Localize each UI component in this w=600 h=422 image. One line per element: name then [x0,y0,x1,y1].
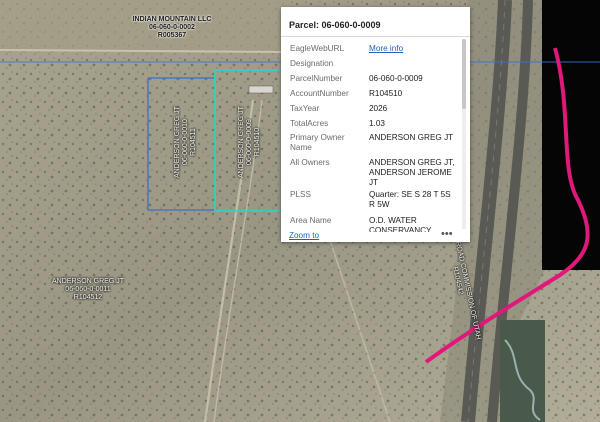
more-info-link[interactable]: More info [369,44,457,54]
vertical-parcel-2-account: R104510 [254,127,261,157]
vertical-parcel-label-1: ANDERSON GREG JT 06-060-0-0010 R104511 [174,106,198,178]
attr-value: 1.03 [369,119,385,128]
vertical-parcel-1-number: 06-060-0-0010 [182,119,189,165]
popup-header: Parcel: 06-060-0-0009 [281,14,470,37]
scrollbar-thumb[interactable] [462,39,466,109]
vertical-parcel-1-account: R104511 [190,128,197,156]
attr-key: TaxYear [290,104,320,113]
popup-attribute-list[interactable]: EagleWebURL More info Designation Parcel… [281,37,470,232]
popup-top-bar: ✕ [281,7,470,14]
attr-key: AccountNumber [290,89,349,98]
left-parcel-owner: ANDERSON GREG JT [52,278,124,285]
attr-key: Designation [290,59,334,68]
attr-value: Quarter: SE S 28 T 5S R 5W [369,190,451,209]
attr-key: PLSS [290,190,311,199]
top-parcel-owner: INDIAN MOUNTAIN LLC [132,16,212,23]
attr-value: ANDERSON GREG JT, ANDERSON JEROME JT [369,158,455,187]
popup-footer: Zoom to ••• [281,228,470,242]
vertical-parcel-label-2: ANDERSON GREG JT 06-060-0-0009 R104510 [238,106,262,178]
attr-key: Primary Owner Name [290,133,345,152]
attr-key: Area Name [290,216,332,225]
vertical-parcel-2-number: 06-060-0-0009 [246,119,253,165]
top-parcel-account: R005367 [157,32,187,39]
attr-value: ANDERSON GREG JT [369,133,454,142]
popup-title: Parcel: 06-060-0-0009 [289,20,381,30]
attr-key: TotalAcres [290,119,329,128]
ellipsis-icon[interactable]: ••• [441,228,453,240]
top-parcel-label: INDIAN MOUNTAIN LLC 06-060-0-0002 R00536… [130,16,214,40]
vertical-parcel-2-owner: ANDERSON GREG JT [238,106,245,178]
parcel-popup: ✕ Parcel: 06-060-0-0009 EagleWebURL More… [281,7,470,242]
attr-value: 06-060-0-0009 [369,74,423,83]
left-parcel-number: 06-060-0-0011 [65,286,111,293]
attr-key: EagleWebURL [290,44,345,53]
attr-key: ParcelNumber [290,74,343,83]
attr-value: 2026 [369,104,388,113]
top-parcel-number: 06-060-0-0002 [149,24,195,31]
popup-scrollbar[interactable] [462,39,466,229]
attr-value: R104510 [369,89,403,98]
left-parcel-account: R104512 [73,294,103,301]
vertical-parcel-1-owner: ANDERSON GREG JT [174,106,181,178]
zoom-to-link[interactable]: Zoom to [289,231,319,240]
left-parcel-label: ANDERSON GREG JT 06-060-0-0011 R104512 [48,278,128,302]
attr-key: All Owners [290,158,330,167]
